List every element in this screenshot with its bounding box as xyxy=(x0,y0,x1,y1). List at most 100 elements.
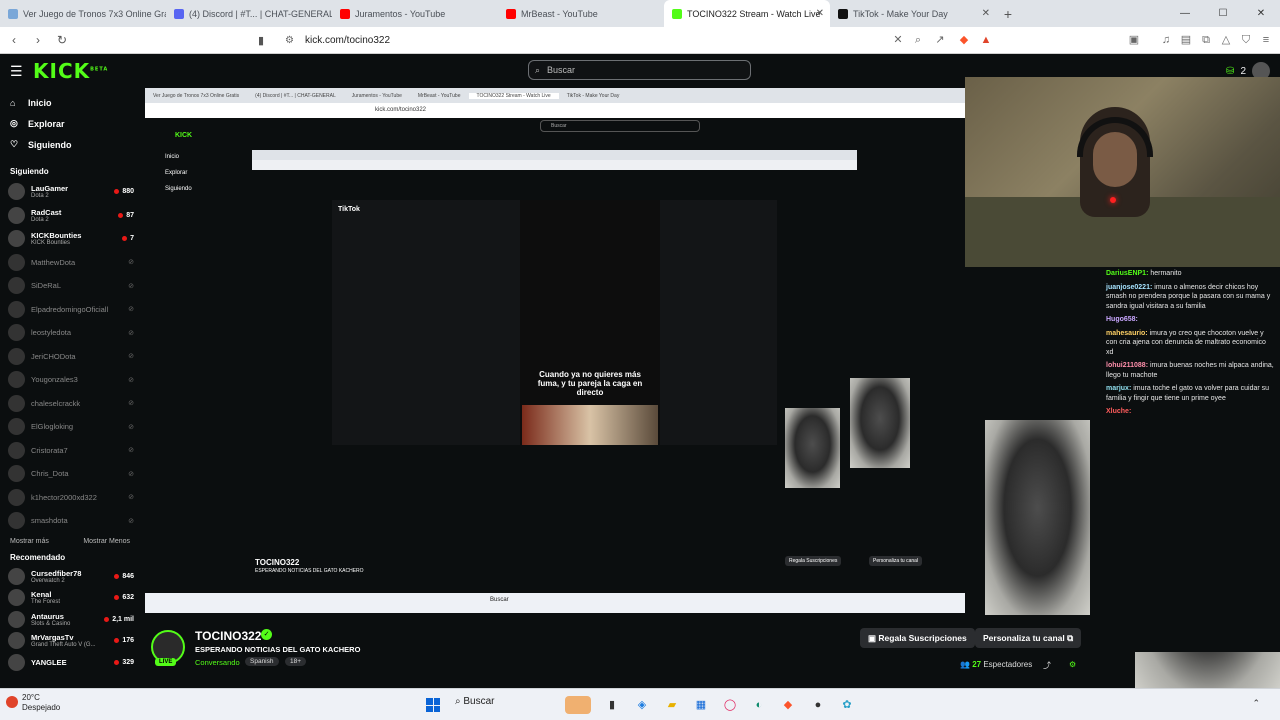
recommended-channel[interactable]: Kenal The Forest 632 xyxy=(0,587,140,609)
following-title: Siguiendo xyxy=(10,167,49,176)
tiktok-icon xyxy=(838,8,848,19)
chat-username[interactable]: mahesaurio: xyxy=(1106,330,1148,337)
nav-following[interactable]: ♡ Siguiendo xyxy=(0,134,140,155)
nav-label: Siguiendo xyxy=(28,139,72,150)
sidebar-channel[interactable]: RadCast Dota 2 87 xyxy=(0,204,140,228)
sidebar-channel[interactable]: Yougonzales3 ⊘ xyxy=(0,368,140,392)
new-tab-button[interactable]: + xyxy=(996,6,1020,22)
close-window-icon[interactable]: ✕ xyxy=(1242,0,1280,27)
maximize-icon[interactable]: ☐ xyxy=(1204,0,1242,27)
brave-rewards-icon[interactable]: ▲ xyxy=(978,32,994,48)
channel-info: Chris_Dota xyxy=(31,469,128,478)
vpn-icon[interactable]: ⛉ xyxy=(1238,32,1254,48)
browser-tab[interactable]: TikTok - Make Your Day ✕ xyxy=(830,0,996,27)
gift-subs-button[interactable]: ▣ Regala Suscripciones xyxy=(860,628,975,648)
tag-age[interactable]: 18+ xyxy=(285,657,307,666)
mute-icon[interactable]: ✕ xyxy=(890,32,906,48)
steam-icon[interactable]: ● xyxy=(809,696,827,714)
opera-icon[interactable]: ◯ xyxy=(721,696,739,714)
tray-chevron-icon[interactable]: ⌃ xyxy=(1252,698,1260,709)
start-icon[interactable] xyxy=(426,698,440,712)
stream-category[interactable]: Conversando xyxy=(195,658,240,667)
chat-username[interactable]: juanjose0221: xyxy=(1106,284,1152,291)
nav-explore[interactable]: ◎ Explorar xyxy=(0,113,140,134)
show-less-button[interactable]: Mostrar Menos xyxy=(83,538,130,545)
search-input[interactable]: ⌕ Buscar xyxy=(528,60,751,80)
channel-game: The Forest xyxy=(31,599,61,606)
nav-home[interactable]: ⌂ Inicio xyxy=(0,92,140,113)
taskview-icon[interactable]: ▮ xyxy=(603,696,621,714)
menu-icon[interactable]: ≡ xyxy=(1258,32,1274,48)
nested-tab: TOCINO322 Stream - Watch Live xyxy=(468,92,559,99)
nested-tabbar-2 xyxy=(252,150,857,160)
brave-shield-icon[interactable]: ◆ xyxy=(956,32,972,48)
recommended-channel[interactable]: Antaurus Slots & Casino 2,1 mil xyxy=(0,609,140,631)
sidebar-channel[interactable]: LauGamer Dota 2 880 xyxy=(0,180,140,204)
sidebar-channel[interactable]: KICKBounties KICK Bounties 7 xyxy=(0,227,140,251)
sidebar-channel[interactable]: k1hector2000xd322 ⊘ xyxy=(0,486,140,510)
sidebar-channel[interactable]: ElGlogloking ⊘ xyxy=(0,415,140,439)
sidebar-channel[interactable]: Cristorata7 ⊘ xyxy=(0,439,140,463)
chat-username[interactable]: marjux: xyxy=(1106,385,1131,392)
app-icon[interactable]: ✿ xyxy=(838,696,856,714)
minimize-icon[interactable]: — xyxy=(1166,0,1204,27)
chat-username[interactable]: Hugo658: xyxy=(1106,316,1138,323)
browser-tab[interactable]: (4) Discord | #T... | CHAT-GENERAL xyxy=(166,0,332,27)
sidebar-channel[interactable]: Chris_Dota ⊘ xyxy=(0,462,140,486)
zoom-icon[interactable]: ⌕ xyxy=(910,32,926,48)
sidebar-channel[interactable]: smashdota ⊘ xyxy=(0,509,140,533)
chat-username[interactable]: Xluche: xyxy=(1106,408,1131,415)
sidebar-channel[interactable]: JeriCHODota ⊘ xyxy=(0,345,140,369)
sidebar-toggle-icon[interactable]: ▤ xyxy=(1178,32,1194,48)
site-info-icon[interactable]: ⚙ xyxy=(285,35,294,46)
points-icon[interactable]: ⛁ xyxy=(1226,66,1234,77)
sidebar-channel[interactable]: ElpadredomingoOficiall ⊘ xyxy=(0,298,140,322)
tab-label: (4) Discord | #T... | CHAT-GENERAL xyxy=(189,8,332,19)
back-icon[interactable]: ‹ xyxy=(4,33,24,47)
taskbar-search[interactable]: ⌕ Buscar xyxy=(455,696,495,707)
recommended-channel[interactable]: MrVargasTv Grand Theft Auto V (G... 176 xyxy=(0,630,140,652)
close-tab-icon[interactable]: ✕ xyxy=(816,8,824,19)
bookmark-icon[interactable]: ▮ xyxy=(258,34,264,47)
recommended-channel[interactable]: Cursedfiber78 Overwatch 2 846 xyxy=(0,566,140,588)
sidebar-channel[interactable]: leostyledota ⊘ xyxy=(0,321,140,345)
stream-video[interactable]: Ver Juego de Tronos 7x3 Online Gratis (4… xyxy=(145,88,965,613)
browser-tab[interactable]: Juramentos - YouTube xyxy=(332,0,498,27)
extensions-icon[interactable]: ⧉ xyxy=(1198,32,1214,48)
reload-icon[interactable]: ↻ xyxy=(52,33,72,47)
kick-logo[interactable]: KICKBETA xyxy=(33,59,108,83)
rewards-icon[interactable]: △ xyxy=(1218,32,1234,48)
edge-icon[interactable]: ◐ xyxy=(750,696,768,714)
recommended-channel[interactable]: YANGLEE 329 xyxy=(0,652,140,674)
browser-tab[interactable]: Ver Juego de Tronos 7x3 Online Gratis xyxy=(0,0,166,27)
offline-icon: ⊘ xyxy=(128,470,134,478)
sidebar-channel[interactable]: chaleselcrackk ⊘ xyxy=(0,392,140,416)
widgets-icon[interactable] xyxy=(565,696,591,714)
close-tab-icon[interactable]: ✕ xyxy=(982,8,990,19)
forward-icon[interactable]: › xyxy=(28,33,48,47)
chat-username[interactable]: lohui211088: xyxy=(1106,362,1148,369)
browser-tab-active[interactable]: TOCINO322 Stream - Watch Live ✕ xyxy=(664,0,830,27)
copilot-icon[interactable]: ◈ xyxy=(633,696,651,714)
tab-label: TikTok - Make Your Day xyxy=(853,8,948,19)
channel-avatar xyxy=(8,488,25,506)
screenshot-icon[interactable]: ▣ xyxy=(1126,32,1142,48)
file-explorer-icon[interactable]: ▰ xyxy=(663,696,681,714)
weather-widget[interactable]: 20°C Despejado xyxy=(22,693,60,713)
sidebar-channel[interactable]: SiDeRaL ⊘ xyxy=(0,274,140,298)
customize-channel-button[interactable]: Personaliza tu canal ⧉ xyxy=(975,628,1082,648)
settings-icon[interactable]: ⚙ xyxy=(1069,660,1076,669)
store-icon[interactable]: ▦ xyxy=(692,696,710,714)
sidebar-channel[interactable]: MatthewDota ⊘ xyxy=(0,251,140,275)
show-more-button[interactable]: Mostrar más xyxy=(10,538,49,545)
hamburger-menu-icon[interactable]: ☰ xyxy=(10,63,23,80)
brave-icon[interactable]: ◆ xyxy=(779,696,797,714)
url-field[interactable]: kick.com/tocino322 xyxy=(305,35,390,46)
tag-language[interactable]: Spanish xyxy=(245,657,279,666)
media-icon[interactable]: ♫ xyxy=(1158,32,1174,48)
share-icon[interactable]: ⤴ xyxy=(1043,660,1051,671)
chat-username[interactable]: DariusENP1: xyxy=(1106,270,1148,277)
channel-name[interactable]: TOCINO322 xyxy=(195,629,261,643)
browser-tab[interactable]: MrBeast - YouTube xyxy=(498,0,664,27)
share-icon[interactable]: ↗ xyxy=(932,32,948,48)
